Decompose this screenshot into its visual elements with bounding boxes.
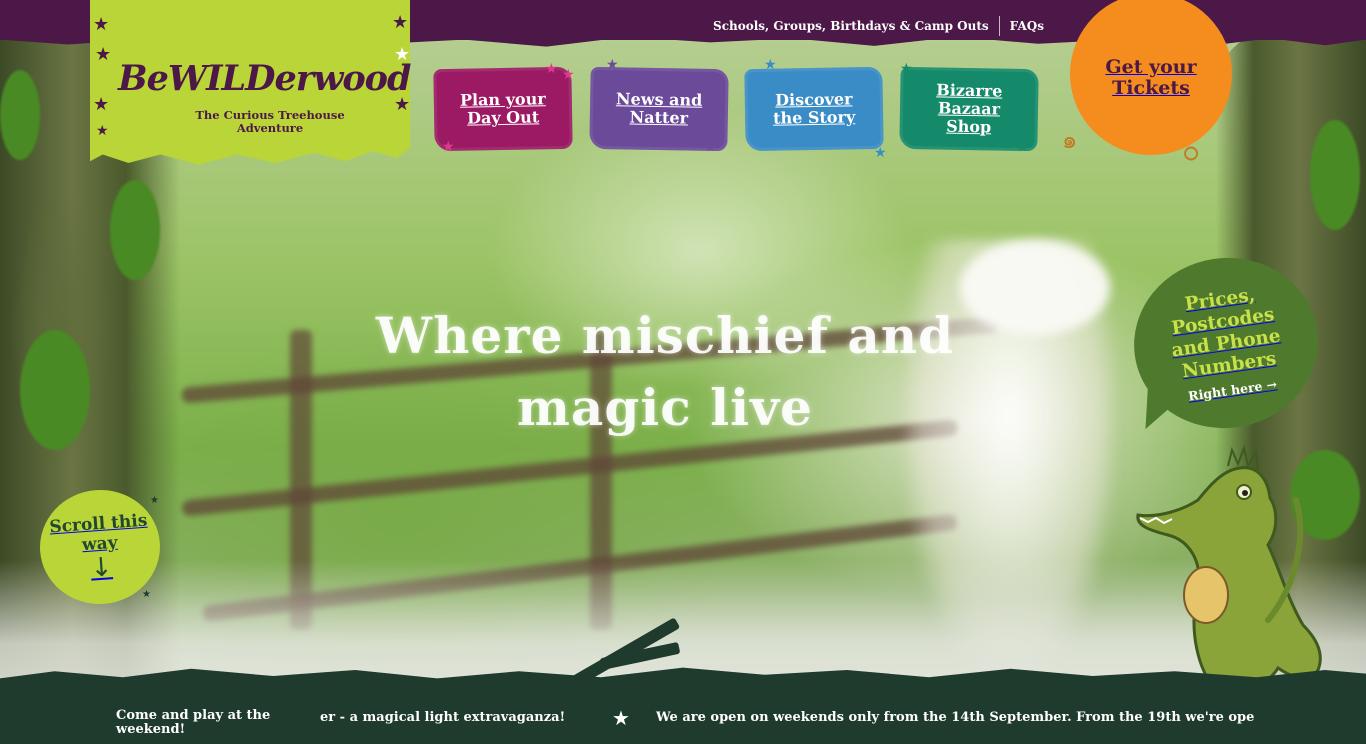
faqs-link[interactable]: FAQs	[1010, 19, 1044, 33]
nav-label: News and Natter	[615, 89, 703, 128]
star-icon: ★	[150, 495, 159, 506]
star-icon: ★	[394, 44, 411, 65]
logo-wordmark: BeWILDerwood	[118, 58, 412, 99]
star-icon: ★	[764, 57, 777, 73]
schools-groups-link[interactable]: Schools, Groups, Birthdays & Camp Outs	[713, 19, 989, 33]
star-icon: ★	[96, 123, 109, 139]
star-icon: ★	[612, 710, 630, 730]
moss	[110, 180, 160, 280]
star-icon: ★	[95, 44, 112, 65]
crocodile-mascot	[1136, 444, 1322, 692]
prices-title: Prices, Postcodes and Phone Numbers	[1170, 284, 1282, 382]
nav-label: Bizarre Bazaar Shop	[936, 80, 1003, 137]
nav-label: Plan your Day Out	[459, 89, 546, 128]
hero-headline: Where mischief and magic live	[375, 306, 955, 437]
star-icon: ★	[606, 57, 619, 73]
star-icon: ★	[874, 145, 887, 161]
star-icon: ★	[142, 589, 151, 600]
scroll-label: Scroll this way	[48, 510, 148, 556]
nav-label: Discover the Story	[772, 89, 856, 128]
star-icon: ★	[900, 61, 913, 77]
star-icon: ★	[93, 14, 110, 35]
moss	[0, 70, 40, 160]
ticker-lead-text: Come and play at the weekend!	[116, 708, 271, 737]
ticker-item: We are open on weekends only from the 14…	[656, 710, 1255, 725]
star-icon: ★	[394, 94, 411, 115]
logo-tagline: The Curious Treehouse Adventure	[195, 108, 345, 135]
tickets-label: Get your Tickets	[1105, 56, 1197, 99]
star-icon: ★	[442, 139, 455, 155]
swirl-decoration: ๑	[1062, 126, 1078, 154]
down-arrow-icon: ↓	[89, 552, 114, 584]
star-icon: ★	[392, 12, 409, 33]
nav-discover-story[interactable]: Discover the Story	[744, 66, 884, 152]
star-icon: ★	[562, 67, 575, 83]
moss	[1310, 120, 1360, 230]
moss	[20, 330, 90, 450]
divider	[998, 16, 1000, 36]
utility-links: Schools, Groups, Birthdays & Camp Outs F…	[713, 16, 1044, 36]
get-tickets-button[interactable]: Get your Tickets	[1073, 0, 1229, 152]
star-icon: ★	[93, 94, 110, 115]
star-icon: ★	[704, 139, 717, 155]
swirl-decoration: ഠ	[1182, 138, 1198, 166]
announcement-ticker: Come and play at the weekend! er - a mag…	[0, 684, 1366, 744]
star-icon: ★	[1000, 137, 1013, 153]
ticker-item: er - a magical light extravaganza!	[320, 710, 566, 725]
ticker-track: er - a magical light extravaganza! ★ We …	[320, 710, 1255, 730]
star-icon: ★	[545, 61, 558, 77]
star-icon: ★	[1016, 139, 1029, 155]
